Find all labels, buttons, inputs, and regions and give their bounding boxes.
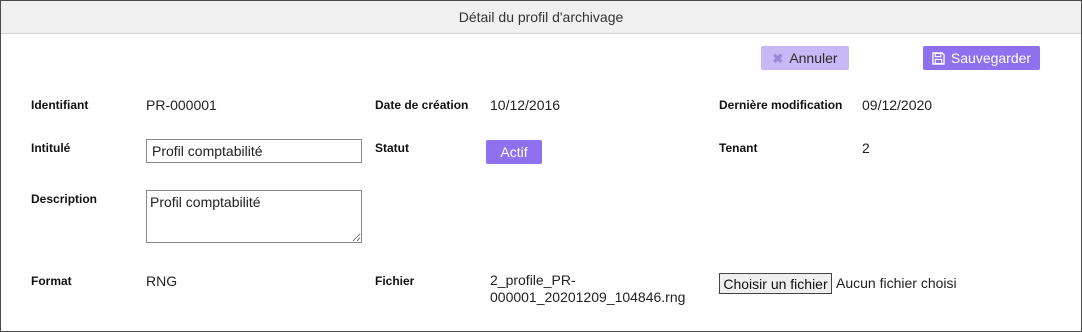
- intitule-label: Intitulé: [31, 141, 71, 155]
- cancel-button[interactable]: ✖ Annuler: [761, 46, 849, 70]
- description-textarea[interactable]: Profil comptabilité: [146, 190, 362, 243]
- date-creation-value: 10/12/2016: [490, 97, 561, 113]
- dialog: Détail du profil d'archivage ✖ Annuler S…: [0, 0, 1082, 332]
- identifiant-value: PR-000001: [146, 97, 217, 113]
- date-creation-label: Date de création: [375, 98, 469, 112]
- derniere-modification-label: Dernière modification: [719, 98, 843, 112]
- format-value: RNG: [146, 273, 178, 289]
- fichier-filename: 2_profile_PR-000001_20201209_104846.rng: [490, 272, 686, 305]
- tenant-value: 2: [862, 140, 870, 156]
- file-status-text: Aucun fichier choisi: [836, 275, 957, 291]
- save-button-label: Sauvegarder: [950, 50, 1032, 66]
- description-label: Description: [31, 192, 98, 206]
- statut-label: Statut: [375, 141, 409, 155]
- identifiant-label: Identifiant: [31, 98, 89, 112]
- derniere-modification-value: 09/12/2020: [862, 97, 933, 113]
- cancel-button-label: Annuler: [789, 50, 838, 66]
- fichier-label: Fichier: [375, 274, 415, 288]
- choose-file-button[interactable]: Choisir un fichier: [719, 273, 832, 294]
- dialog-title: Détail du profil d'archivage: [1, 1, 1081, 34]
- floppy-disk-icon: [932, 51, 945, 65]
- page-title: Détail du profil d'archivage: [458, 9, 624, 25]
- format-label: Format: [31, 274, 72, 288]
- x-icon: ✖: [772, 50, 784, 66]
- intitule-input[interactable]: [146, 139, 362, 163]
- save-button[interactable]: Sauvegarder: [923, 46, 1040, 70]
- tenant-label: Tenant: [719, 141, 758, 155]
- status-toggle-button[interactable]: Actif: [486, 140, 542, 164]
